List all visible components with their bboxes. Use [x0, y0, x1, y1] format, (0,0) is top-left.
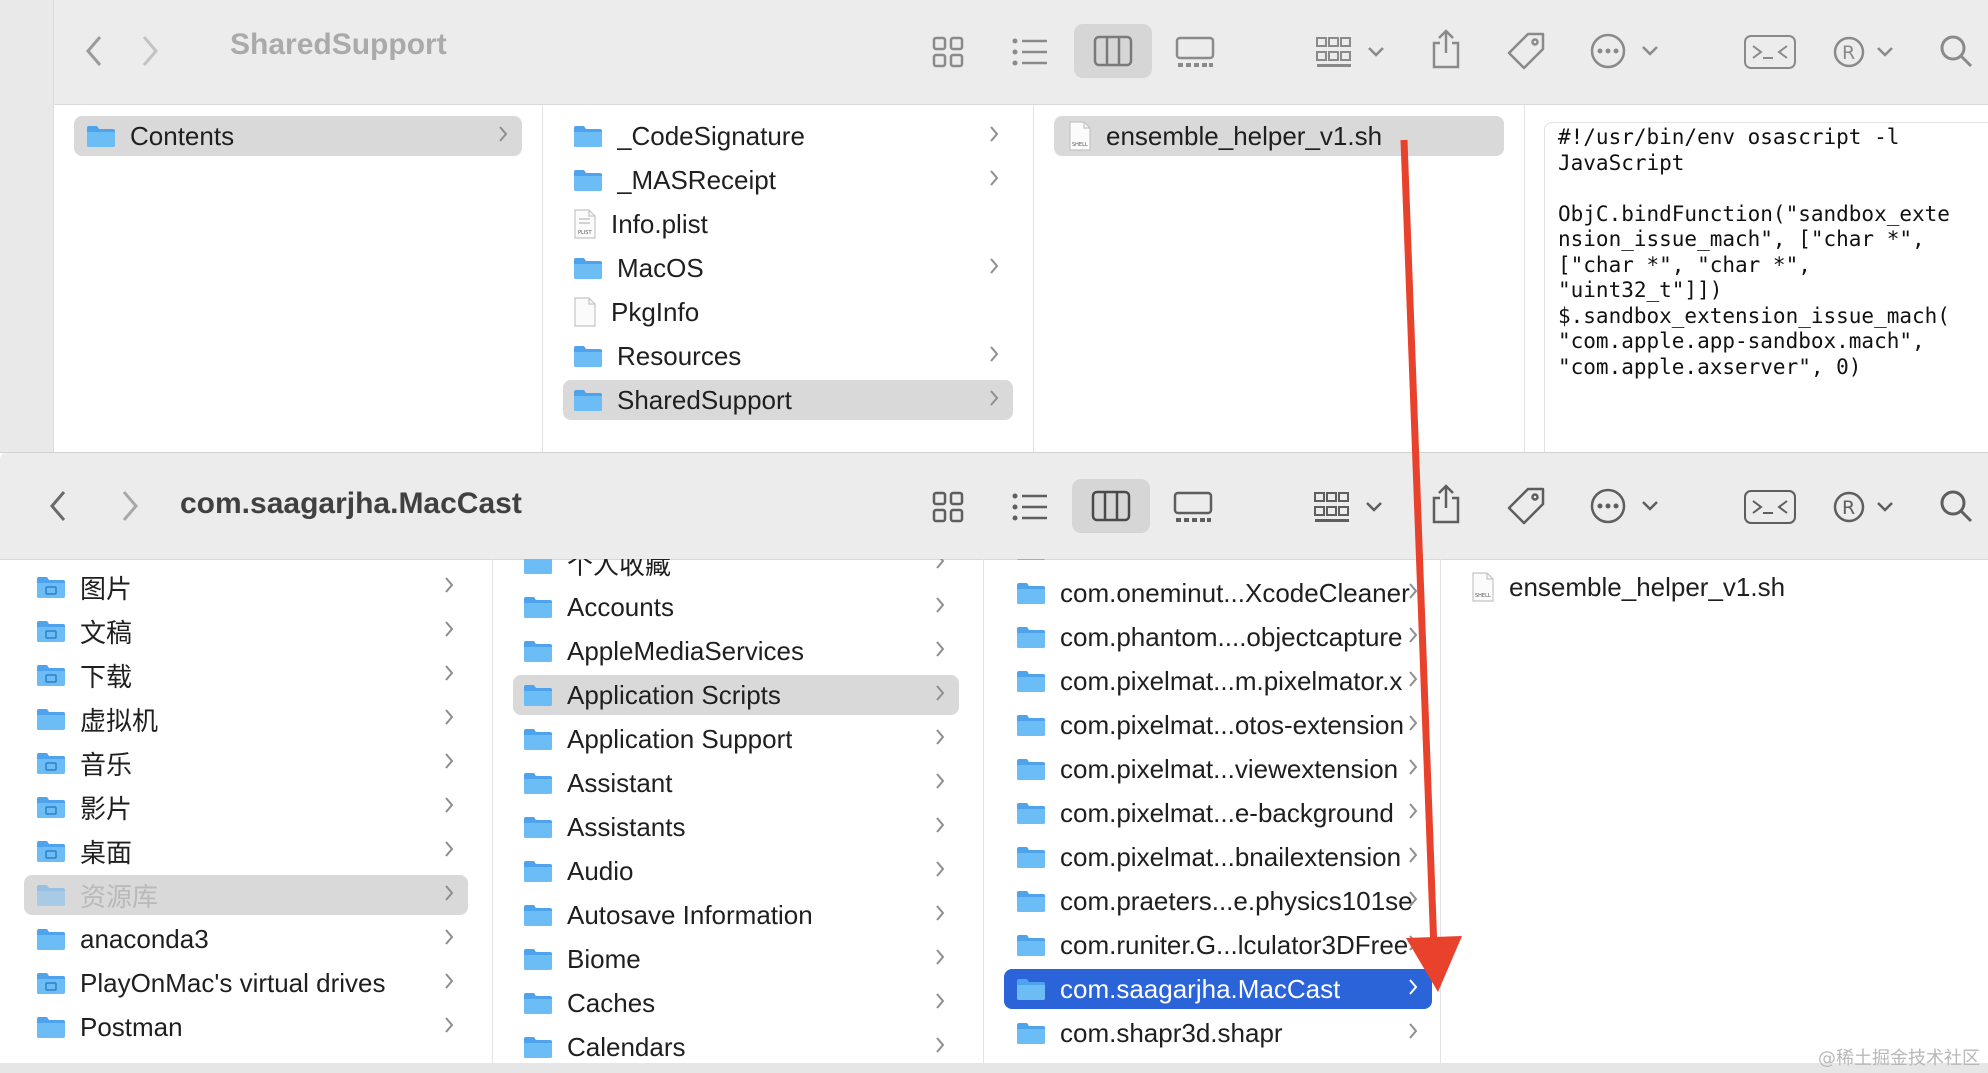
- annotation-arrow-overlay: [1400, 139, 1462, 992]
- annotation-arrow-head: [1406, 936, 1462, 992]
- watermark: @稀土掘金技术社区: [1818, 1048, 1980, 1069]
- annotation-arrow-line: [1400, 139, 1438, 951]
